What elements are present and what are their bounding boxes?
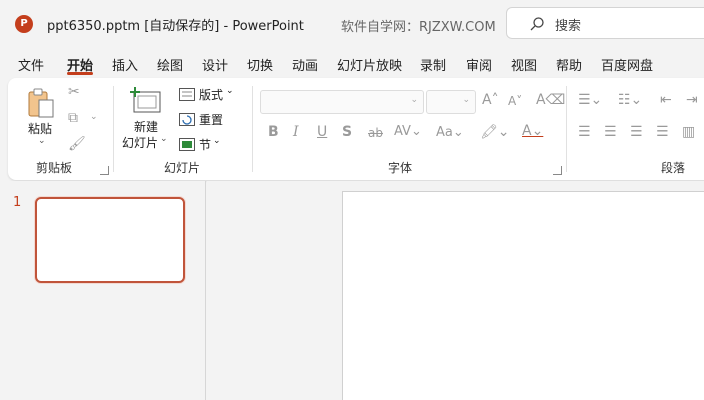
chevron-down-icon: ⌄ — [226, 86, 234, 96]
new-slide-label-line1: 新建 — [134, 120, 159, 134]
cut-icon[interactable]: ✂ — [68, 84, 80, 100]
bullets-icon[interactable]: ☰⌄ — [578, 92, 602, 108]
group-divider — [113, 86, 114, 172]
new-slide-icon — [130, 87, 161, 113]
bold-icon[interactable]: B — [268, 124, 279, 140]
change-case-icon[interactable]: Aa⌄ — [436, 125, 464, 140]
document-title: ppt6350.pptm [自动保存的] - PowerPoint — [47, 19, 304, 34]
chevron-down-icon[interactable]: ⌄ — [38, 136, 46, 146]
paste-icon — [28, 88, 54, 118]
justify-icon[interactable]: ☰ — [656, 124, 669, 140]
tab-insert[interactable]: 插入 — [112, 55, 138, 74]
group-label-paragraph: 段落 — [661, 161, 686, 175]
align-center-icon[interactable]: ☰ — [604, 124, 617, 140]
section-icon — [179, 138, 195, 151]
clipboard-launcher-icon[interactable] — [100, 166, 109, 175]
active-tab-indicator — [67, 72, 93, 75]
tab-baidu-netdisk[interactable]: 百度网盘 — [601, 55, 653, 74]
align-right-icon[interactable]: ☰ — [630, 124, 643, 140]
tab-view[interactable]: 视图 — [511, 55, 537, 74]
grow-font-icon[interactable]: A˄ — [482, 92, 499, 108]
layout-label: 版式 — [199, 88, 224, 102]
tab-file[interactable]: 文件 — [18, 55, 44, 74]
copy-icon[interactable]: ⧉ — [68, 110, 78, 126]
tab-draw[interactable]: 绘图 — [157, 55, 183, 74]
columns-icon[interactable]: ▥ — [682, 124, 695, 140]
chevron-down-icon[interactable]: ⌄ — [160, 134, 168, 144]
group-divider — [252, 86, 253, 172]
layout-button[interactable]: 版式 ⌄ — [179, 86, 239, 104]
ribbon: 粘贴 ⌄ ✂ ⧉ ⌄ 🖌 剪贴板 新建 幻灯片 ⌄ 版式 ⌄ 重置 节 ⌄ 幻灯… — [8, 78, 704, 180]
shrink-font-icon[interactable]: A˅ — [508, 94, 522, 108]
tab-animations[interactable]: 动画 — [292, 55, 318, 74]
format-painter-icon[interactable]: 🖌 — [68, 136, 86, 152]
new-slide-label-line2: 幻灯片 — [122, 136, 159, 150]
chevron-down-icon[interactable]: ⌄ — [90, 112, 98, 122]
search-placeholder: 搜索 — [555, 19, 582, 34]
powerpoint-logo-icon: P — [15, 15, 33, 33]
increase-indent-icon[interactable]: ⇥ — [686, 92, 698, 108]
font-name-combo[interactable]: ⌄ — [260, 90, 424, 114]
paste-button[interactable] — [26, 86, 56, 120]
tab-slideshow[interactable]: 幻灯片放映 — [337, 55, 402, 74]
font-launcher-icon[interactable] — [553, 166, 562, 175]
tab-design[interactable]: 设计 — [202, 55, 228, 74]
watermark-text: 软件自学网：RJZXW.COM — [341, 20, 496, 35]
reset-button[interactable]: 重置 — [179, 111, 229, 129]
paste-label: 粘贴 — [28, 122, 53, 136]
slide-canvas[interactable] — [342, 191, 704, 400]
search-icon — [530, 17, 544, 31]
layout-icon — [179, 88, 195, 101]
tab-review[interactable]: 审阅 — [466, 55, 492, 74]
group-divider — [566, 86, 567, 172]
numbering-icon[interactable]: ☷⌄ — [618, 92, 642, 108]
slide-thumbnail[interactable] — [35, 197, 185, 283]
clear-formatting-icon[interactable]: A⌫ — [536, 92, 565, 108]
ribbon-tabs: 文件 开始 插入 绘图 设计 切换 动画 幻灯片放映 录制 审阅 视图 帮助 百… — [0, 52, 704, 76]
group-label-slides: 幻灯片 — [164, 161, 201, 175]
strikethrough-icon[interactable]: ab — [368, 126, 383, 140]
group-label-clipboard: 剪贴板 — [36, 161, 73, 175]
new-slide-button[interactable] — [129, 86, 161, 114]
chevron-down-icon: ⌄ — [462, 95, 470, 105]
search-box[interactable]: 搜索 — [506, 7, 704, 39]
reset-icon — [179, 113, 195, 126]
title-bar: P ppt6350.pptm [自动保存的] - PowerPoint 软件自学… — [0, 0, 704, 46]
align-left-icon[interactable]: ☰ — [578, 124, 591, 140]
decrease-indent-icon[interactable]: ⇤ — [660, 92, 672, 108]
reset-label: 重置 — [199, 113, 224, 127]
character-spacing-icon[interactable]: AV⌄ — [394, 124, 422, 139]
font-color-icon[interactable]: A⌄ — [522, 123, 543, 139]
slide-number: 1 — [13, 195, 22, 210]
shadow-icon[interactable]: S — [342, 124, 352, 140]
highlight-color-icon[interactable]: 🖍⌄ — [480, 124, 510, 140]
tab-record[interactable]: 录制 — [420, 55, 446, 74]
underline-icon[interactable]: U — [317, 124, 327, 140]
tab-transitions[interactable]: 切换 — [247, 55, 273, 74]
group-label-font: 字体 — [388, 161, 413, 175]
font-size-combo[interactable]: ⌄ — [426, 90, 476, 114]
section-label: 节 — [199, 138, 212, 152]
tab-help[interactable]: 帮助 — [556, 55, 582, 74]
italic-icon[interactable]: I — [293, 124, 299, 140]
section-button[interactable]: 节 ⌄ — [179, 136, 229, 154]
chevron-down-icon: ⌄ — [213, 136, 221, 146]
chevron-down-icon: ⌄ — [410, 95, 418, 105]
